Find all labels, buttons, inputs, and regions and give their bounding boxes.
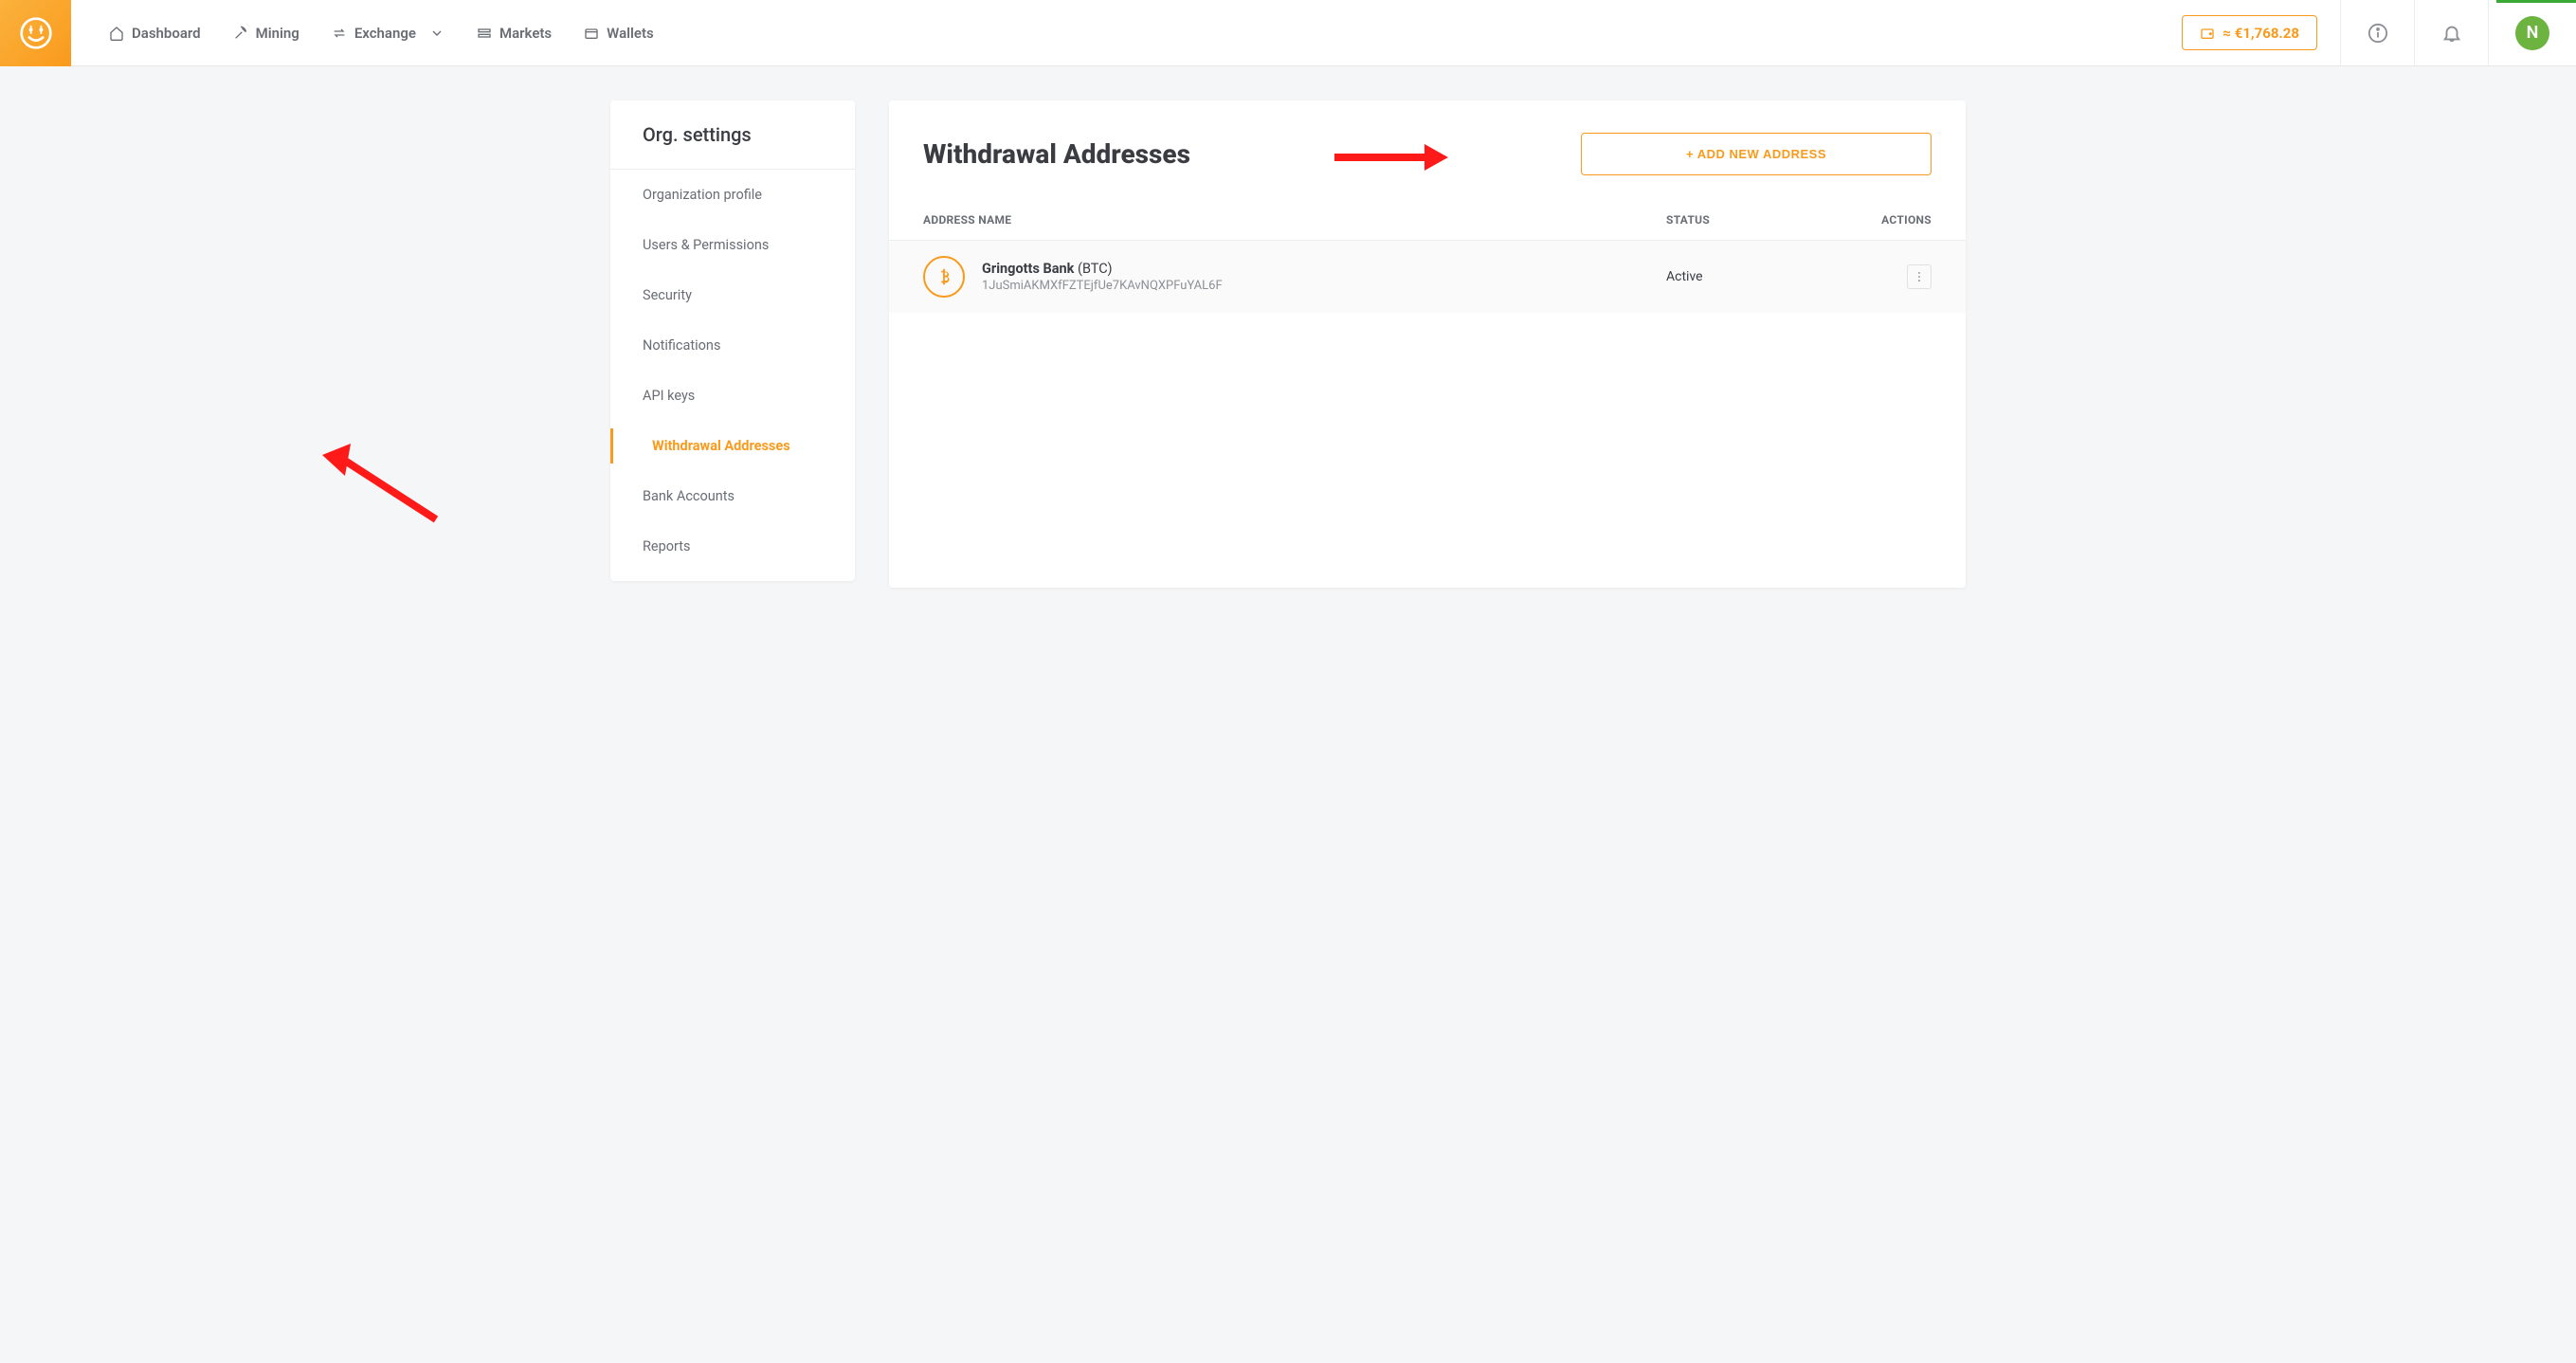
loading-bar — [2496, 0, 2576, 3]
address-hash: 1JuSmiAKMXfFZTEjfUe7KAvNQXPFuYAL6F — [982, 279, 1666, 293]
sidebar-item-label: Security — [643, 287, 692, 303]
nav-exchange-label: Exchange — [354, 25, 416, 42]
app-logo[interactable] — [0, 0, 71, 66]
sidebar-item-organization-profile[interactable]: Organization profile — [610, 170, 855, 220]
sidebar-item-notifications[interactable]: Notifications — [610, 320, 855, 371]
nav-wallets[interactable]: Wallets — [584, 25, 654, 42]
nav-exchange[interactable]: Exchange — [332, 25, 444, 42]
nav-mining-label: Mining — [256, 25, 299, 42]
table-header: ADDRESS NAME STATUS ACTIONS — [889, 200, 1966, 240]
nav-markets[interactable]: Markets — [477, 25, 552, 42]
sidebar-item-api-keys[interactable]: API keys — [610, 371, 855, 421]
sidebar-item-reports[interactable]: Reports — [610, 521, 855, 572]
nav-dashboard-label: Dashboard — [132, 25, 201, 42]
chevron-down-icon — [429, 26, 444, 41]
markets-icon — [477, 26, 492, 41]
sidebar-item-label: Withdrawal Addresses — [652, 438, 790, 454]
bitcoin-icon — [923, 256, 965, 298]
nav-mining[interactable]: Mining — [233, 25, 299, 42]
sidebar-item-label: Users & Permissions — [643, 237, 769, 253]
home-icon — [109, 26, 124, 41]
annotation-arrow-icon — [322, 444, 445, 529]
table-row: Gringotts Bank (BTC) 1JuSmiAKMXfFZTEjfUe… — [889, 240, 1966, 313]
address-name: Gringotts Bank (BTC) — [982, 261, 1666, 277]
sidebar-item-label: Notifications — [643, 337, 720, 354]
row-actions-menu[interactable] — [1907, 264, 1932, 289]
info-button[interactable] — [2340, 0, 2414, 65]
column-address-name: ADDRESS NAME — [923, 213, 1666, 227]
page-title: Withdrawal Addresses — [923, 138, 1190, 170]
sidebar-item-label: API keys — [643, 388, 695, 404]
column-actions: ACTIONS — [1856, 213, 1932, 227]
sidebar-item-label: Reports — [643, 538, 691, 554]
wallet-balance-icon — [2200, 26, 2215, 41]
main-panel: Withdrawal Addresses + ADD NEW ADDRESS A… — [889, 100, 1966, 588]
pickaxe-icon — [233, 26, 248, 41]
wallet-icon — [584, 26, 599, 41]
balance-value: ≈ €1,768.28 — [2222, 25, 2299, 42]
sidebar-item-users-permissions[interactable]: Users & Permissions — [610, 220, 855, 270]
account-menu[interactable]: N — [2488, 0, 2576, 65]
sidebar-item-security[interactable]: Security — [610, 270, 855, 320]
sidebar-item-bank-accounts[interactable]: Bank Accounts — [610, 471, 855, 521]
add-new-address-button[interactable]: + ADD NEW ADDRESS — [1581, 133, 1932, 175]
column-status: STATUS — [1666, 213, 1856, 227]
bell-icon — [2441, 23, 2462, 44]
nav-dashboard[interactable]: Dashboard — [109, 25, 201, 42]
settings-sidebar: Org. settings Organization profile Users… — [610, 100, 855, 581]
exchange-icon — [332, 26, 347, 41]
notifications-button[interactable] — [2414, 0, 2488, 65]
nav-markets-label: Markets — [499, 25, 552, 42]
logo-icon — [19, 16, 53, 50]
main-nav: Dashboard Mining Exchange Markets Wallet… — [109, 25, 654, 42]
avatar: N — [2515, 16, 2549, 50]
sidebar-item-withdrawal-addresses[interactable]: Withdrawal Addresses — [610, 421, 855, 471]
sidebar-item-label: Bank Accounts — [643, 488, 735, 504]
balance-button[interactable]: ≈ €1,768.28 — [2182, 15, 2317, 50]
topbar-right: ≈ €1,768.28 N — [2182, 0, 2576, 65]
row-status: Active — [1666, 269, 1856, 284]
info-icon — [2367, 23, 2388, 44]
avatar-initial: N — [2527, 23, 2539, 43]
sidebar-item-label: Organization profile — [643, 187, 762, 203]
top-bar: Dashboard Mining Exchange Markets Wallet… — [0, 0, 2576, 66]
nav-wallets-label: Wallets — [607, 25, 654, 42]
more-vertical-icon — [1913, 270, 1926, 283]
sidebar-title: Org. settings — [610, 100, 855, 170]
